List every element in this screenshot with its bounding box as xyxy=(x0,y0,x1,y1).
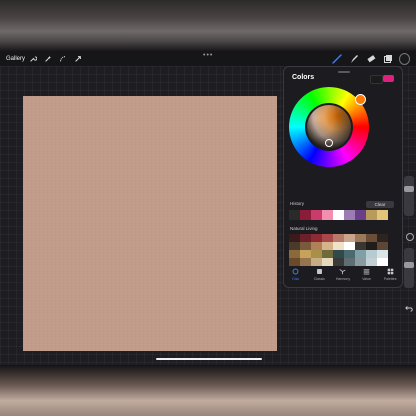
top-backdrop xyxy=(0,0,416,52)
history-swatch[interactable] xyxy=(322,210,333,220)
palette-swatch[interactable] xyxy=(322,258,333,266)
tab-label: Disc xyxy=(292,277,300,281)
tab-classic[interactable]: Classic xyxy=(308,268,330,286)
color-wheel[interactable] xyxy=(289,87,369,167)
palette-swatch[interactable] xyxy=(377,258,388,266)
palette-swatch[interactable] xyxy=(344,250,355,258)
right-toolbar xyxy=(331,52,410,65)
history-swatch[interactable] xyxy=(289,210,300,220)
palette-swatch[interactable] xyxy=(333,234,344,242)
palette-swatch[interactable] xyxy=(311,250,322,258)
palette-swatch[interactable] xyxy=(289,234,300,242)
history-swatch[interactable] xyxy=(311,210,322,220)
tab-label: Harmony xyxy=(335,277,351,281)
history-swatches xyxy=(289,210,388,220)
tab-palettes[interactable]: Palettes xyxy=(379,268,401,286)
home-indicator xyxy=(156,358,262,360)
panel-grabber[interactable] xyxy=(338,71,350,73)
palette-swatch[interactable] xyxy=(355,242,366,250)
eraser-icon[interactable] xyxy=(365,53,376,64)
palette-swatch[interactable] xyxy=(366,258,377,266)
palette-swatch[interactable] xyxy=(322,242,333,250)
palette-swatch[interactable] xyxy=(311,242,322,250)
palette-swatch[interactable] xyxy=(300,234,311,242)
wrench-icon[interactable] xyxy=(27,53,39,65)
palette-swatch[interactable] xyxy=(322,234,333,242)
palette-swatch[interactable] xyxy=(366,234,377,242)
palette-swatch[interactable] xyxy=(377,242,388,250)
secondary-color-swatch[interactable] xyxy=(370,75,383,84)
brush-icon[interactable] xyxy=(331,53,342,64)
disc-icon xyxy=(292,268,299,275)
opacity-knob[interactable] xyxy=(404,262,414,268)
tab-disc[interactable]: Disc xyxy=(285,268,307,286)
bottom-backdrop xyxy=(0,365,416,416)
palette-name: Natural Living xyxy=(290,226,318,231)
tab-label: Value xyxy=(362,277,371,281)
palette-swatch[interactable] xyxy=(344,234,355,242)
palette-swatch[interactable] xyxy=(366,250,377,258)
classic-icon xyxy=(316,268,323,275)
palette-row xyxy=(289,258,388,268)
palette-swatch[interactable] xyxy=(355,250,366,258)
harmony-icon xyxy=(339,268,346,275)
history-swatch[interactable] xyxy=(366,210,377,220)
panel-title: Colors xyxy=(292,74,315,81)
palette-swatch[interactable] xyxy=(355,234,366,242)
palette-swatch[interactable] xyxy=(289,250,300,258)
undo-icon[interactable] xyxy=(405,304,413,314)
palette-swatch[interactable] xyxy=(377,250,388,258)
tab-label: Palettes xyxy=(383,277,397,281)
history-label: History xyxy=(290,201,305,206)
palette-swatch[interactable] xyxy=(333,258,344,266)
selection-icon[interactable] xyxy=(57,53,69,65)
palette-swatch[interactable] xyxy=(300,242,311,250)
gallery-button[interactable]: Gallery xyxy=(6,56,25,62)
palette-swatch[interactable] xyxy=(333,250,344,258)
history-swatch[interactable] xyxy=(333,210,344,220)
history-swatch[interactable] xyxy=(300,210,311,220)
more-options-dots[interactable]: ••• xyxy=(203,52,213,59)
palette-swatch[interactable] xyxy=(289,242,300,250)
palette-swatch[interactable] xyxy=(333,242,344,250)
smudge-icon[interactable] xyxy=(348,53,359,64)
palette-swatch[interactable] xyxy=(344,242,355,250)
palette-swatch[interactable] xyxy=(344,258,355,266)
layers-icon[interactable] xyxy=(382,53,393,64)
current-color-circle[interactable] xyxy=(399,52,410,65)
colors-panel: Colors History Clear Natural Living Disc… xyxy=(283,66,403,288)
palette-swatch[interactable] xyxy=(355,258,366,266)
palette-swatch[interactable] xyxy=(289,258,300,266)
disc-knob[interactable] xyxy=(325,139,333,147)
opacity-slider[interactable] xyxy=(404,248,414,288)
history-swatch[interactable] xyxy=(355,210,366,220)
primary-color-swatch[interactable] xyxy=(383,75,394,82)
brush-size-knob[interactable] xyxy=(404,186,414,192)
history-swatch[interactable] xyxy=(344,210,355,220)
drawing-canvas[interactable] xyxy=(23,96,277,351)
palette-swatch[interactable] xyxy=(377,234,388,242)
color-mode-tabs: Disc Classic Harmony Value Palettes xyxy=(284,268,402,286)
tab-harmony[interactable]: Harmony xyxy=(332,268,354,286)
color-swatch-icon[interactable] xyxy=(399,52,410,65)
tab-value[interactable]: Value xyxy=(356,268,378,286)
history-swatch[interactable] xyxy=(377,210,388,220)
brush-size-slider[interactable] xyxy=(404,176,414,216)
clear-history-button[interactable]: Clear xyxy=(366,201,394,208)
palette-swatch[interactable] xyxy=(366,242,377,250)
modify-button[interactable] xyxy=(406,233,414,241)
transform-arrow-icon[interactable] xyxy=(72,53,84,65)
value-icon xyxy=(363,268,370,275)
palette-swatch[interactable] xyxy=(311,234,322,242)
palette-swatch[interactable] xyxy=(322,250,333,258)
palette-swatch[interactable] xyxy=(311,258,322,266)
magic-wand-icon[interactable] xyxy=(42,53,54,65)
palettes-icon xyxy=(387,268,394,275)
palette-swatch[interactable] xyxy=(300,250,311,258)
hue-ring-knob[interactable] xyxy=(355,94,366,105)
tab-label: Classic xyxy=(313,277,326,281)
palette-swatch[interactable] xyxy=(300,258,311,266)
